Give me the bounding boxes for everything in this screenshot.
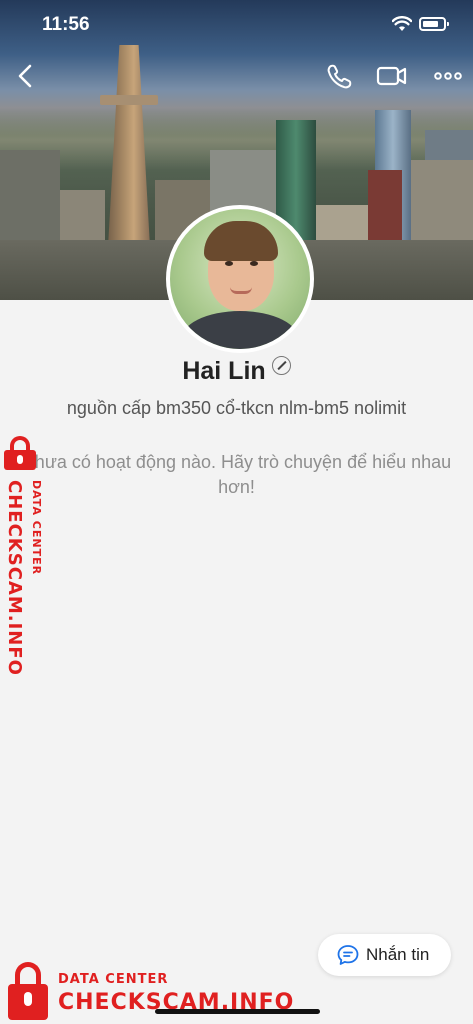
edit-pencil-icon[interactable]: [271, 356, 291, 375]
video-camera-icon[interactable]: [374, 60, 410, 92]
watermark-side: CHECKSCAM.INFO DATA CENTER: [2, 436, 50, 676]
chevron-left-icon[interactable]: [8, 60, 44, 92]
phone-icon[interactable]: [322, 60, 358, 92]
profile-bio: nguồn cấp bm350 cổ-tkcn nlm-bm5 nolimit: [66, 398, 407, 418]
message-button[interactable]: Nhắn tin: [318, 934, 451, 976]
status-bar: 11:56: [0, 0, 473, 50]
empty-state-text: Chưa có hoạt động nào. Hãy trò chuyện để…: [21, 452, 452, 497]
status-time: 11:56: [42, 14, 90, 35]
profile-name-row: Hai Lin: [0, 356, 473, 386]
lock-icon: [8, 962, 48, 1022]
lock-icon: [4, 436, 36, 470]
more-horizontal-icon[interactable]: [430, 60, 466, 92]
watermark-bottom-small: DATA CENTER: [58, 972, 169, 987]
message-button-label: Nhắn tin: [366, 945, 430, 964]
watermark-side-small: DATA CENTER: [30, 480, 43, 576]
chat-bubble-icon: [337, 945, 359, 965]
profile-name: Hai Lin: [182, 357, 266, 385]
watermark-side-big: CHECKSCAM.INFO: [4, 480, 25, 676]
battery-icon: [419, 17, 449, 31]
home-indicator[interactable]: [155, 1009, 320, 1014]
avatar[interactable]: [166, 205, 314, 353]
wifi-icon: [392, 16, 412, 31]
